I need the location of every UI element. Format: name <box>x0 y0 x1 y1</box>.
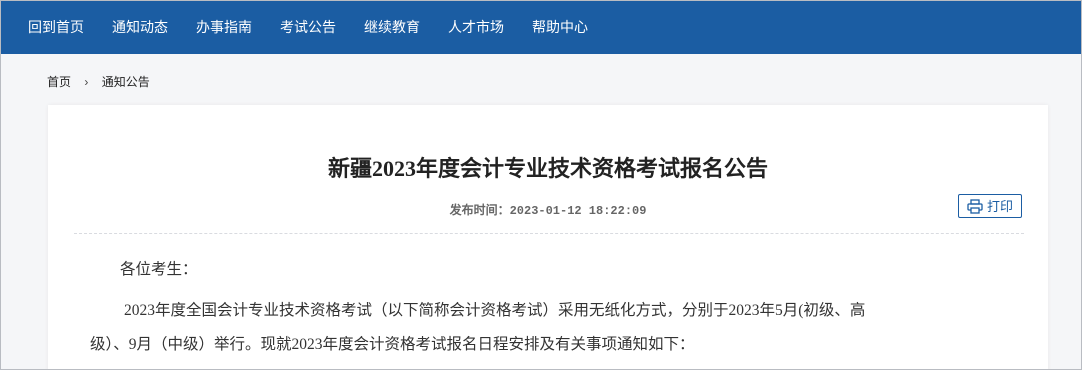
print-button-label: 打印 <box>987 199 1014 214</box>
article-title: 新疆2023年度会计专业技术资格考试报名公告 <box>327 156 768 181</box>
breadcrumb-home[interactable]: 首页 <box>47 73 71 90</box>
nav-item-help-center[interactable]: 帮助中心 <box>532 1 588 54</box>
browser-viewport: 回到首页 通知动态 办事指南 考试公告 继续教育 人才市场 帮助中心 首页 › … <box>0 0 1082 370</box>
top-navigation-bar: 回到首页 通知动态 办事指南 考试公告 继续教育 人才市场 帮助中心 <box>1 1 1081 54</box>
nav-item-guide[interactable]: 办事指南 <box>196 1 252 54</box>
breadcrumb-separator-icon: › <box>84 74 89 89</box>
nav-item-notices[interactable]: 通知动态 <box>112 1 168 54</box>
printer-icon <box>967 199 983 214</box>
greeting-text: 各位考生： <box>120 261 198 278</box>
header-divider <box>74 233 1024 234</box>
publish-info: 发布时间：2023-01-12 18:22:09 <box>48 201 1048 218</box>
breadcrumb-current[interactable]: 通知公告 <box>102 73 150 90</box>
print-button[interactable]: 打印 <box>958 194 1022 218</box>
paragraph-line-2: 级）、9月（中级）举行。现就2023年度会计资格考试报名日程安排及有关事项通知如… <box>90 336 695 353</box>
nav-item-exam-announcements[interactable]: 考试公告 <box>280 1 336 54</box>
nav-item-continuing-education[interactable]: 继续教育 <box>364 1 420 54</box>
nav-item-talent-market[interactable]: 人才市场 <box>448 1 504 54</box>
publish-time-value: 2023-01-12 18:22:09 <box>509 204 647 218</box>
paragraph-line-1: 2023年度全国会计专业技术资格考试（以下简称会计资格考试）采用无纸化方式，分别… <box>124 302 866 319</box>
breadcrumb: 首页 › 通知公告 <box>47 73 150 91</box>
nav-item-home[interactable]: 回到首页 <box>28 1 84 54</box>
publish-time-label: 发布时间： <box>449 203 510 217</box>
article-card: 新疆2023年度会计专业技术资格考试报名公告 发布时间：2023-01-12 1… <box>48 105 1048 369</box>
